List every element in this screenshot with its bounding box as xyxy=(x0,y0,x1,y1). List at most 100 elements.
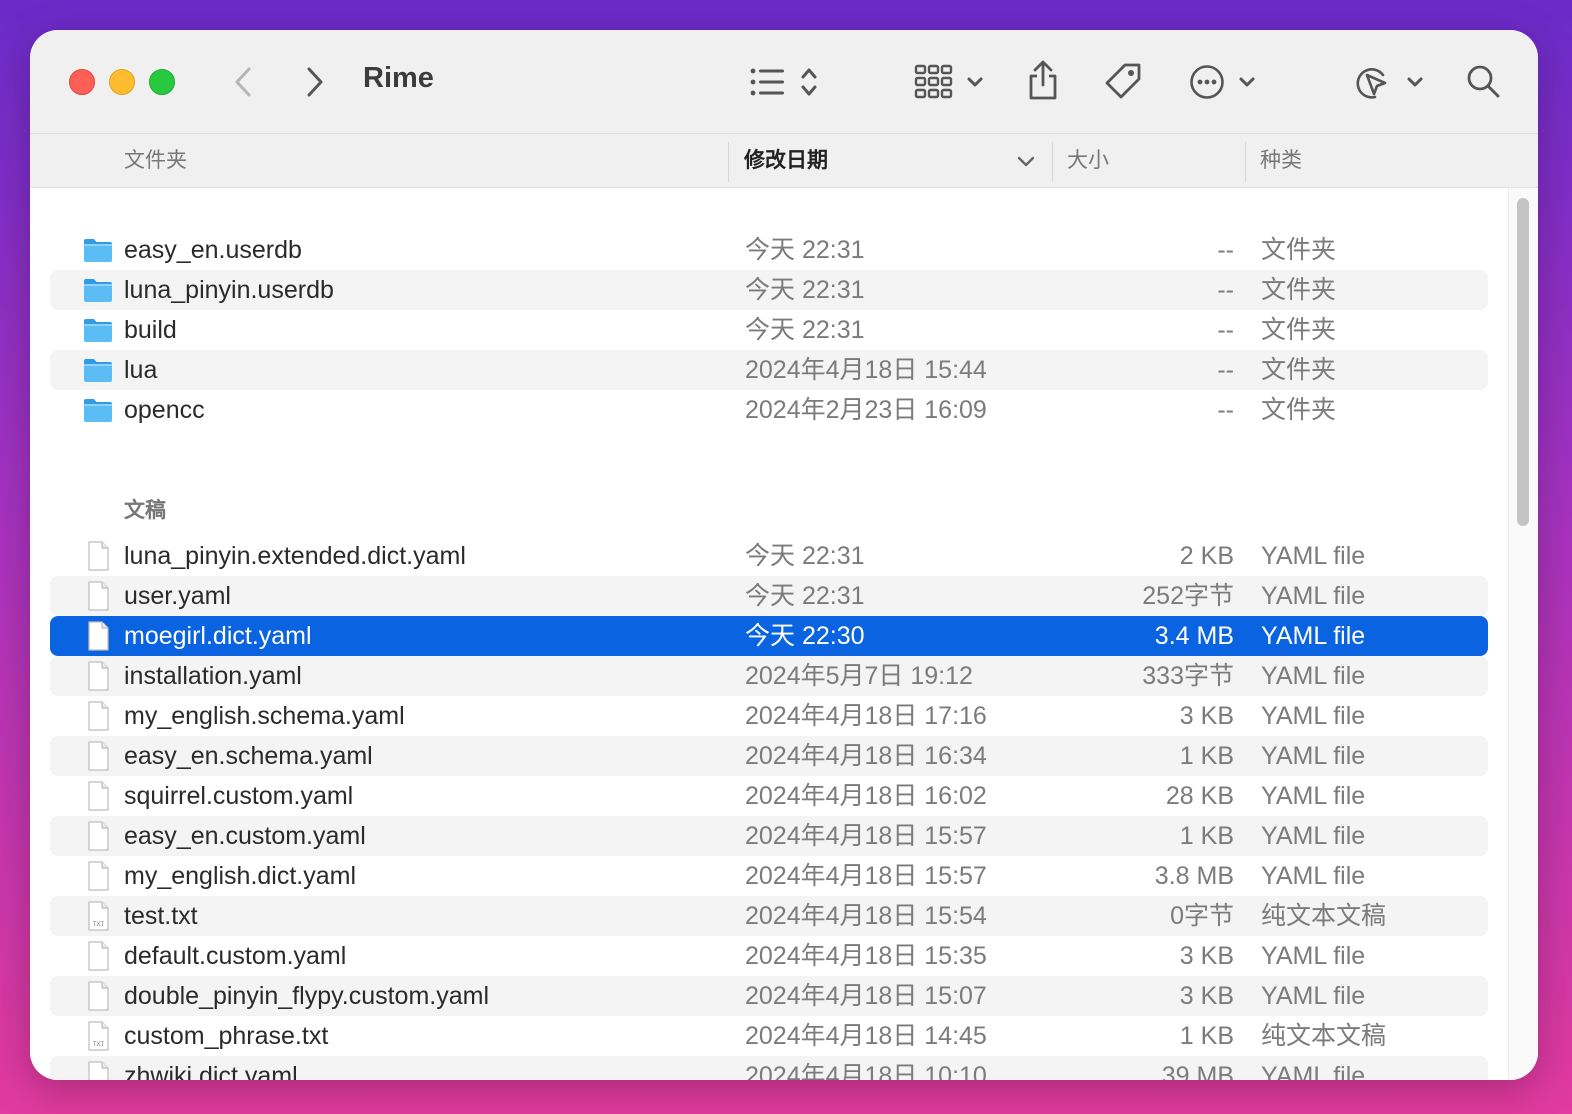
file-date: 2024年2月23日 16:09 xyxy=(745,396,987,424)
file-list: easy_en.userdb 今天 22:31 -- 文件夹 luna_pinyin.u… xyxy=(30,188,1538,1080)
share-icon xyxy=(1029,60,1057,100)
document-icon xyxy=(88,781,109,811)
file-row[interactable]: moegirl.dict.yaml 今天 22:30 3.4 MB YAML file xyxy=(50,616,1488,656)
file-size: 3 KB xyxy=(1179,702,1234,730)
file-row[interactable]: my_english.dict.yaml 2024年4月18日 15:57 3.8 … xyxy=(50,856,1488,896)
toolbar: Rime xyxy=(30,30,1538,134)
chevron-right-icon xyxy=(307,67,323,97)
file-size: 2 KB xyxy=(1179,542,1234,570)
folder-row[interactable]: build 今天 22:31 -- 文件夹 xyxy=(50,310,1488,350)
folder-row[interactable]: luna_pinyin.userdb 今天 22:31 -- 文件夹 xyxy=(50,270,1488,310)
column-header-name[interactable]: 文件夹 xyxy=(124,134,187,188)
search-button[interactable] xyxy=(1464,62,1502,100)
view-options-button[interactable] xyxy=(746,64,826,100)
file-size: -- xyxy=(1217,316,1234,344)
scrollbar-thumb[interactable] xyxy=(1517,198,1529,526)
file-size: -- xyxy=(1217,396,1234,424)
txt-label: TXT xyxy=(93,1042,105,1048)
file-size: 333字节 xyxy=(1142,662,1234,690)
zoom-window-button[interactable] xyxy=(149,69,175,95)
file-name: build xyxy=(124,316,177,344)
file-kind: YAML file xyxy=(1261,582,1366,610)
section-header-documents[interactable]: 文稿 xyxy=(124,494,166,524)
file-name: easy_en.userdb xyxy=(124,236,302,264)
file-size: -- xyxy=(1217,236,1234,264)
file-name: easy_en.custom.yaml xyxy=(124,822,366,850)
column-divider[interactable] xyxy=(1052,142,1053,182)
file-name: test.txt xyxy=(124,902,198,930)
file-row[interactable]: my_english.schema.yaml 2024年4月18日 17:16 3 … xyxy=(50,696,1488,736)
file-date: 2024年4月18日 16:34 xyxy=(745,742,987,770)
file-row[interactable]: default.custom.yaml 2024年4月18日 15:35 3 KB Y… xyxy=(50,936,1488,976)
file-size: 0字节 xyxy=(1170,902,1234,930)
txt-label: TXT xyxy=(93,922,105,928)
document-icon xyxy=(88,861,109,891)
file-date: 2024年4月18日 17:16 xyxy=(745,702,987,730)
finder-window: Rime 文件夹 修改日期 大小 种类 easy_en.userdb 今天 22… xyxy=(30,30,1538,1080)
file-row[interactable]: easy_en.schema.yaml 2024年4月18日 16:34 1 KB Y… xyxy=(50,736,1488,776)
document-icon xyxy=(88,661,109,691)
chevron-left-icon xyxy=(235,67,251,97)
column-header: 文件夹 修改日期 大小 种类 xyxy=(30,134,1538,188)
column-header-size[interactable]: 大小 xyxy=(1067,134,1109,188)
file-date: 今天 22:31 xyxy=(745,276,865,304)
close-window-button[interactable] xyxy=(69,69,95,95)
file-row[interactable]: TXT test.txt 2024年4月18日 15:54 0字节 纯文本文稿 xyxy=(50,896,1488,936)
txt-document-icon: TXT xyxy=(88,1021,109,1051)
document-icon xyxy=(88,741,109,771)
list-view-icon xyxy=(750,68,817,96)
document-icon xyxy=(88,941,109,971)
file-size: 3 KB xyxy=(1179,942,1234,970)
file-name: easy_en.schema.yaml xyxy=(124,742,373,770)
back-button[interactable] xyxy=(230,64,256,100)
column-header-kind[interactable]: 种类 xyxy=(1260,134,1302,188)
file-size: 28 KB xyxy=(1165,782,1234,810)
column-divider[interactable] xyxy=(1245,142,1246,182)
folder-row[interactable]: easy_en.userdb 今天 22:31 -- 文件夹 xyxy=(50,230,1488,270)
minimize-window-button[interactable] xyxy=(109,69,135,95)
file-row[interactable]: luna_pinyin.extended.dict.yaml 今天 22:31 2 … xyxy=(50,536,1488,576)
forward-button[interactable] xyxy=(302,64,328,100)
document-icon xyxy=(88,541,109,571)
file-kind: YAML file xyxy=(1261,982,1366,1010)
file-kind: YAML file xyxy=(1261,1062,1366,1080)
file-row[interactable]: user.yaml 今天 22:31 252字节 YAML file xyxy=(50,576,1488,616)
file-kind: 文件夹 xyxy=(1261,236,1337,264)
file-date: 2024年4月18日 15:35 xyxy=(745,942,987,970)
document-icon xyxy=(88,621,109,651)
file-name: moegirl.dict.yaml xyxy=(124,622,312,650)
txt-document-icon: TXT xyxy=(88,901,109,931)
file-row[interactable]: double_pinyin_flypy.custom.yaml 2024年4月18… xyxy=(50,976,1488,1016)
file-row[interactable]: TXT custom_phrase.txt 2024年4月18日 14:45 1 KB… xyxy=(50,1016,1488,1056)
file-name: double_pinyin_flypy.custom.yaml xyxy=(124,982,490,1010)
file-name: user.yaml xyxy=(124,582,231,610)
file-date: 2024年4月18日 14:45 xyxy=(745,1022,987,1050)
tags-button[interactable] xyxy=(1102,60,1144,102)
file-size: 3.8 MB xyxy=(1154,862,1234,890)
file-row[interactable]: squirrel.custom.yaml 2024年4月18日 16:02 28 K… xyxy=(50,776,1488,816)
column-header-date[interactable]: 修改日期 xyxy=(744,134,828,188)
file-date: 2024年5月7日 19:12 xyxy=(745,662,973,690)
file-kind: 纯文本文稿 xyxy=(1261,902,1387,930)
file-date: 今天 22:31 xyxy=(745,582,865,610)
markup-button[interactable] xyxy=(1352,62,1426,102)
file-row[interactable]: zhwiki.dict.yaml 2024年4月18日 10:10 39 MB YAM… xyxy=(50,1056,1488,1080)
more-actions-button[interactable] xyxy=(1188,62,1260,102)
file-date: 今天 22:31 xyxy=(745,542,865,570)
column-divider[interactable] xyxy=(728,142,729,182)
file-kind: YAML file xyxy=(1261,622,1366,650)
file-date: 今天 22:31 xyxy=(745,316,865,344)
file-kind: 文件夹 xyxy=(1261,396,1337,424)
file-row[interactable]: installation.yaml 2024年5月7日 19:12 333字节 YAM… xyxy=(50,656,1488,696)
share-button[interactable] xyxy=(1026,58,1060,102)
sort-descending-icon[interactable] xyxy=(1016,152,1036,172)
tag-icon xyxy=(1105,63,1141,99)
folder-row[interactable]: opencc 2024年2月23日 16:09 -- 文件夹 xyxy=(50,390,1488,430)
group-button[interactable] xyxy=(912,62,988,102)
folder-row[interactable]: lua 2024年4月18日 15:44 -- 文件夹 xyxy=(50,350,1488,390)
folder-icon xyxy=(84,319,112,342)
file-row[interactable]: easy_en.custom.yaml 2024年4月18日 15:57 1 KB Y… xyxy=(50,816,1488,856)
document-icon xyxy=(88,581,109,611)
folder-icon xyxy=(84,279,112,302)
file-kind: YAML file xyxy=(1261,542,1366,570)
